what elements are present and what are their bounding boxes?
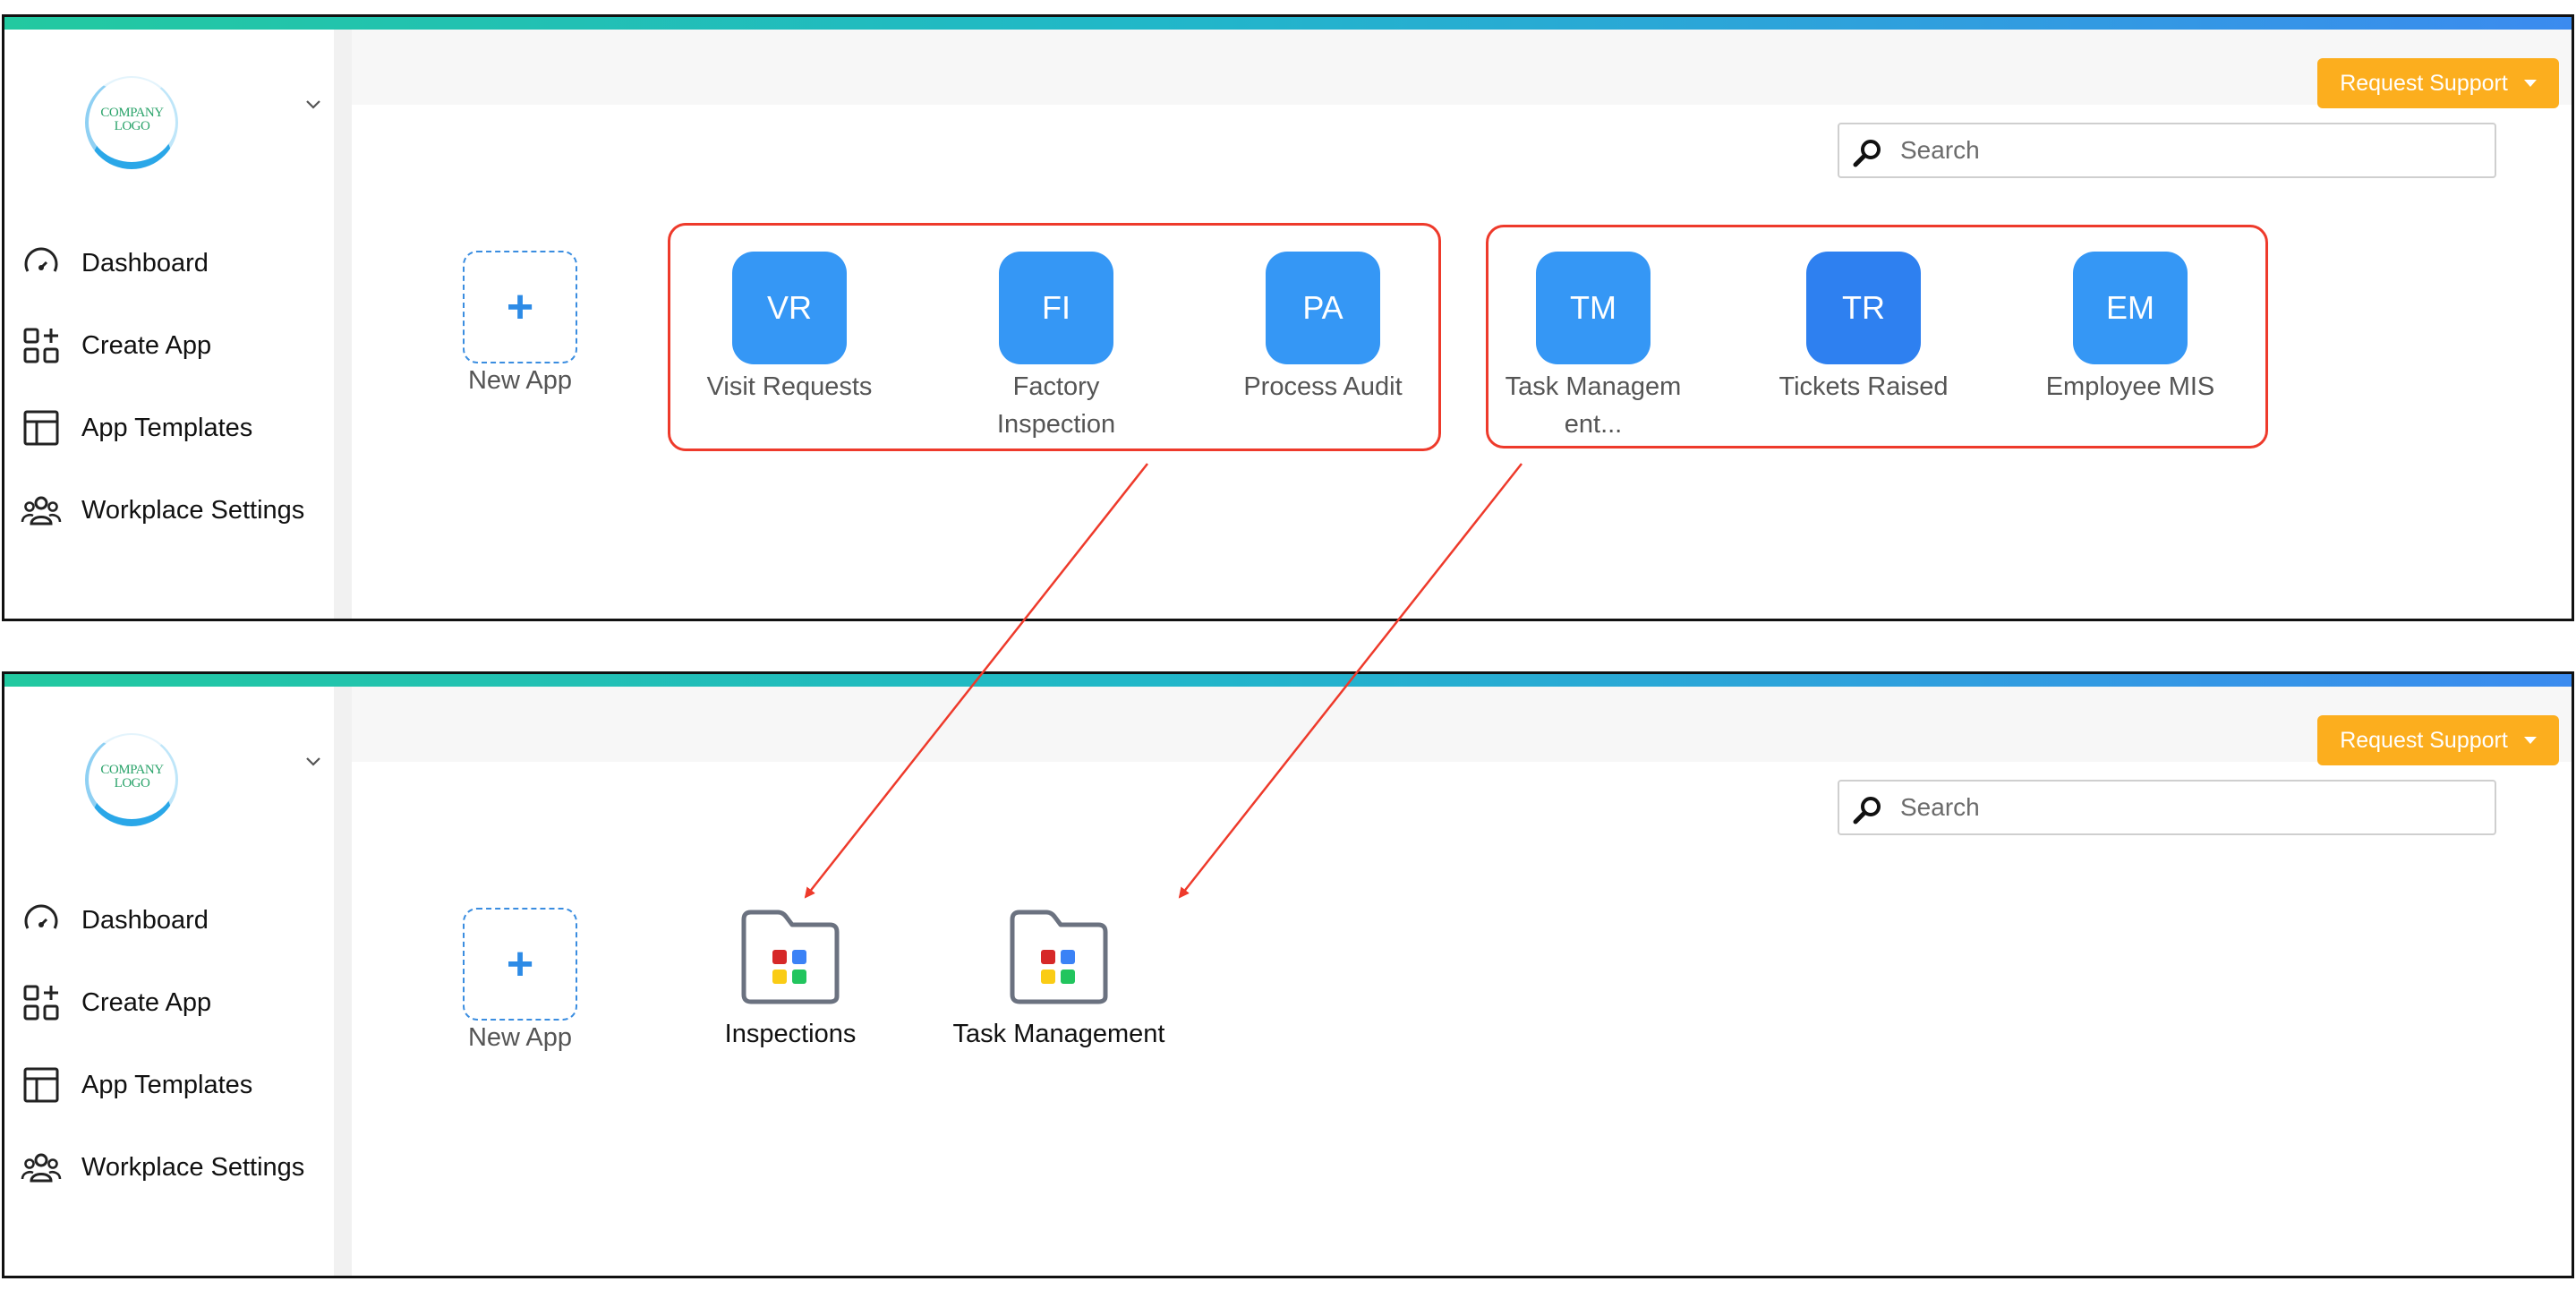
grid-plus-icon xyxy=(21,982,62,1023)
app-name: Process Audit xyxy=(1243,372,1403,401)
sidebar: COMPANY LOGO Dashboard Create App App Te… xyxy=(4,687,336,1276)
app-tickets-raised[interactable]: TR Tickets Raised xyxy=(1734,252,1993,406)
new-app-button[interactable]: + xyxy=(463,908,577,1021)
template-icon xyxy=(21,1064,62,1106)
app-visit-requests[interactable]: VR Visit Requests xyxy=(660,252,919,406)
sidebar: COMPANY LOGO Dashboard Create App App Te… xyxy=(4,30,336,619)
logo-text-line2: LOGO xyxy=(114,119,150,133)
app-task-management[interactable]: TM Task Management... xyxy=(1463,252,1723,443)
chevron-down-icon[interactable] xyxy=(303,94,323,114)
sidebar-item-label: Workplace Settings xyxy=(81,495,305,525)
sidebar-item-label: Dashboard xyxy=(81,905,209,935)
top-gradient-bar xyxy=(4,674,2572,687)
top-gradient-bar xyxy=(4,17,2572,30)
logo-text-line1: COMPANY xyxy=(100,106,164,120)
new-app-label: New App xyxy=(467,1023,573,1052)
gauge-icon xyxy=(21,900,62,941)
app-name: Employee MIS xyxy=(2045,372,2215,401)
caret-down-icon xyxy=(2523,737,2537,744)
app-name: Visit Requests xyxy=(706,372,873,401)
app-tile: TM xyxy=(1536,252,1651,364)
app-employee-mis[interactable]: EM Employee MIS xyxy=(2000,252,2260,406)
app-tile: PA xyxy=(1266,252,1380,364)
sidebar-item-workplace-settings[interactable]: Workplace Settings xyxy=(21,1147,304,1188)
request-support-button[interactable]: Request Support xyxy=(2317,715,2559,765)
app-name: Factory Inspection xyxy=(996,372,1116,439)
sidebar-divider xyxy=(334,687,352,1276)
caret-down-icon xyxy=(2523,80,2537,87)
app-tile: TR xyxy=(1806,252,1921,364)
company-logo[interactable]: COMPANY LOGO xyxy=(85,76,178,169)
sidebar-item-label: Workplace Settings xyxy=(81,1152,305,1182)
plus-icon: + xyxy=(506,938,534,990)
app-factory-inspection[interactable]: FI Factory Inspection xyxy=(926,252,1186,443)
app-folder-icon xyxy=(741,910,840,1004)
sidebar-item-dashboard[interactable]: Dashboard xyxy=(21,243,209,284)
app-tile: VR xyxy=(732,252,847,364)
app-process-audit[interactable]: PA Process Audit xyxy=(1193,252,1453,406)
screenshot-after: COMPANY LOGO Dashboard Create App App Te… xyxy=(2,671,2574,1278)
sidebar-item-create-app[interactable]: Create App xyxy=(21,325,211,366)
users-icon xyxy=(21,490,62,531)
sidebar-item-workplace-settings[interactable]: Workplace Settings xyxy=(21,490,304,531)
logo-text-line1: COMPANY xyxy=(100,763,164,777)
app-tile: FI xyxy=(999,252,1113,364)
app-folder-icon xyxy=(1010,910,1108,1004)
sidebar-item-label: Create App xyxy=(81,330,212,360)
folder-task-management[interactable]: Task Management xyxy=(925,907,1193,1049)
company-logo[interactable]: COMPANY LOGO xyxy=(85,733,178,826)
logo-text-line2: LOGO xyxy=(114,776,150,790)
folder-inspections[interactable]: Inspections xyxy=(656,907,925,1049)
request-support-label: Request Support xyxy=(2340,727,2508,753)
request-support-button[interactable]: Request Support xyxy=(2317,58,2559,108)
search-input[interactable] xyxy=(1900,789,2482,826)
plus-icon: + xyxy=(506,281,534,333)
search-icon xyxy=(1853,140,1881,167)
new-app-label: New App xyxy=(467,366,573,395)
sidebar-item-create-app[interactable]: Create App xyxy=(21,982,211,1023)
new-app-button[interactable]: + xyxy=(463,251,577,363)
sidebar-item-app-templates[interactable]: App Templates xyxy=(21,1064,252,1106)
folder-name: Inspections xyxy=(724,1020,857,1048)
request-support-label: Request Support xyxy=(2340,70,2508,96)
sidebar-item-label: Dashboard xyxy=(81,248,209,278)
search-icon xyxy=(1853,797,1881,824)
search-input[interactable] xyxy=(1900,132,2482,169)
app-name: Task Management... xyxy=(1505,372,1682,439)
app-tile: EM xyxy=(2073,252,2188,364)
search-box xyxy=(1838,123,2496,178)
folder-name: Task Management xyxy=(952,1020,1165,1048)
sidebar-item-label: Create App xyxy=(81,987,212,1017)
screenshot-before: COMPANY LOGO Dashboard Create App App Te… xyxy=(2,14,2574,621)
sidebar-item-label: App Templates xyxy=(81,1070,253,1099)
grid-plus-icon xyxy=(21,325,62,366)
top-bar: Request Support xyxy=(352,30,2572,108)
sidebar-item-dashboard[interactable]: Dashboard xyxy=(21,900,209,941)
top-bar: Request Support xyxy=(352,687,2572,765)
users-icon xyxy=(21,1147,62,1188)
sidebar-item-label: App Templates xyxy=(81,413,253,442)
search-box xyxy=(1838,780,2496,835)
sidebar-item-app-templates[interactable]: App Templates xyxy=(21,407,252,448)
chevron-down-icon[interactable] xyxy=(303,751,323,771)
app-name: Tickets Raised xyxy=(1778,372,1949,401)
gauge-icon xyxy=(21,243,62,284)
template-icon xyxy=(21,407,62,448)
sidebar-divider xyxy=(334,30,352,619)
